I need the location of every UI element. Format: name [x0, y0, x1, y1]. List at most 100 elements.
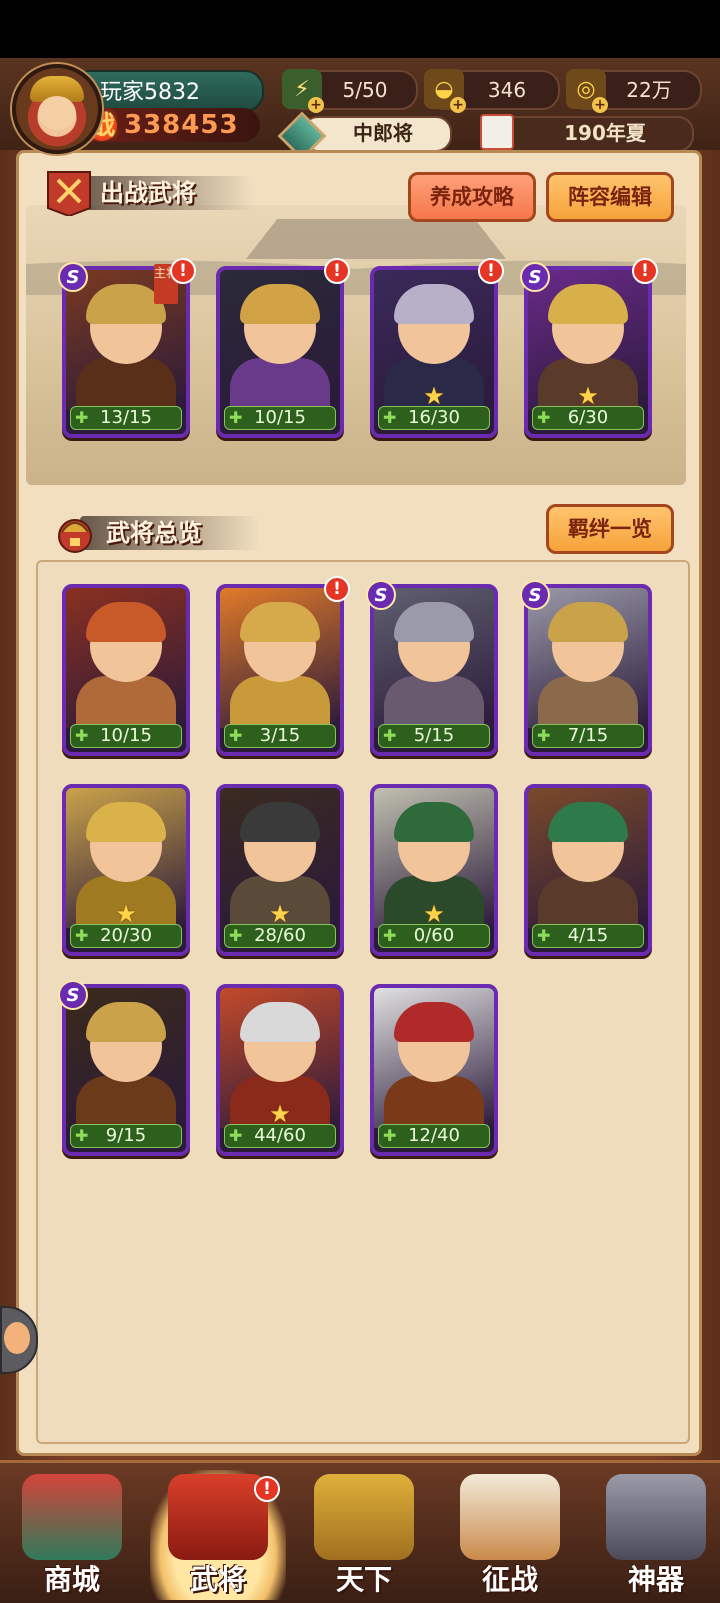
- coin-counter[interactable]: ◎ + 22万: [566, 69, 702, 113]
- portrait-hair: [394, 1002, 474, 1042]
- fragment-progress: ✚ 4/15: [532, 924, 644, 948]
- deployed-section-title: 出战武将: [44, 170, 274, 216]
- fragment-count: 20/30: [100, 925, 152, 946]
- fragment-progress: ✚ 5/15: [378, 724, 490, 748]
- nav-label: 神器: [627, 1563, 684, 1596]
- overview-general-card[interactable]: ✚ 4/15: [524, 784, 652, 956]
- portrait-hair: [240, 1002, 320, 1042]
- deployed-title: 出战武将: [100, 179, 196, 207]
- calendar-icon: [480, 114, 514, 150]
- nav-item-shop[interactable]: 商城: [4, 1470, 140, 1600]
- puzzle-piece-icon: ✚: [383, 1126, 397, 1145]
- s-rank-badge-icon: S: [58, 262, 88, 292]
- nav-item-campaign[interactable]: 征战: [442, 1470, 578, 1600]
- fragment-count: 9/15: [105, 1125, 147, 1146]
- nav-label: 天下: [335, 1563, 392, 1596]
- player-avatar[interactable]: [12, 64, 102, 154]
- overview-general-card[interactable]: ★ ✚ 44/60: [216, 984, 344, 1156]
- nav-label: 商城: [43, 1563, 100, 1596]
- portrait-hair: [548, 802, 628, 842]
- puzzle-piece-icon: ✚: [75, 926, 89, 945]
- nav-item-artifact[interactable]: 神器: [588, 1470, 720, 1600]
- overview-general-card[interactable]: ★ ✚ 0/60: [370, 784, 498, 956]
- portrait-hair: [86, 802, 166, 842]
- fragment-progress: ✚ 10/15: [224, 406, 336, 430]
- overview-general-card[interactable]: ✚ 3/15: [216, 584, 344, 756]
- puzzle-piece-icon: ✚: [537, 408, 551, 427]
- crossed-swords-banner-icon: [47, 171, 91, 216]
- rank-label: 中郎将: [353, 121, 413, 145]
- stamina-counter[interactable]: ⚡ + 5/50: [282, 69, 418, 113]
- overview-general-card[interactable]: ✚ 7/15: [524, 584, 652, 756]
- fragment-progress: ✚ 16/30: [378, 406, 490, 430]
- alert-badge-icon: !: [632, 258, 658, 284]
- puzzle-piece-icon: ✚: [537, 926, 551, 945]
- puzzle-piece-icon: ✚: [383, 726, 397, 745]
- growth-guide-button[interactable]: 养成攻略: [408, 172, 536, 222]
- fragment-count: 44/60: [254, 1125, 306, 1146]
- deployed-general-card[interactable]: ★ ✚ 16/30: [370, 266, 498, 438]
- s-rank-badge-icon: S: [520, 262, 550, 292]
- s-rank-badge-icon: S: [366, 580, 396, 610]
- general-portrait: [528, 588, 648, 732]
- combat-power: 338453: [124, 110, 239, 140]
- artifact-armor-icon: [606, 1474, 706, 1560]
- overview-title: 武将总览: [106, 519, 202, 547]
- fragment-progress: ✚ 13/15: [70, 406, 182, 430]
- overview-general-card[interactable]: ✚ 9/15: [62, 984, 190, 1156]
- alert-badge-icon: !: [170, 258, 196, 284]
- s-rank-badge-icon: S: [58, 980, 88, 1010]
- s-rank-badge-icon: S: [520, 580, 550, 610]
- general-portrait: [374, 588, 494, 732]
- formation-edit-button[interactable]: 阵容编辑: [546, 172, 674, 222]
- alert-badge-icon: !: [324, 576, 350, 602]
- puzzle-piece-icon: ✚: [75, 1126, 89, 1145]
- gold-ingot-icon: ◒ +: [424, 69, 466, 113]
- portrait-hair: [394, 802, 474, 842]
- shop-pavilion-icon: [22, 1474, 122, 1560]
- portrait-hair: [394, 602, 474, 642]
- stamina-value: 5/50: [342, 78, 388, 102]
- fragment-progress: ✚ 28/60: [224, 924, 336, 948]
- puzzle-piece-icon: ✚: [75, 726, 89, 745]
- portrait-hair: [86, 1002, 166, 1042]
- bond-list-button[interactable]: 羁绊一览: [546, 504, 674, 554]
- fragment-count: 12/40: [408, 1125, 460, 1146]
- deployed-general-card[interactable]: ★ ✚ 6/30: [524, 266, 652, 438]
- general-portrait: [220, 270, 340, 414]
- nav-item-world[interactable]: 天下: [296, 1470, 432, 1600]
- overview-general-card[interactable]: ★ ✚ 20/30: [62, 784, 190, 956]
- puzzle-piece-icon: ✚: [537, 726, 551, 745]
- portrait-hair: [548, 284, 628, 324]
- avatar-face: [38, 96, 76, 130]
- fragment-count: 7/15: [567, 725, 609, 746]
- player-name: 玩家5832: [100, 80, 200, 105]
- coin-icon: ◎ +: [566, 69, 608, 113]
- overview-general-card[interactable]: ✚ 10/15: [62, 584, 190, 756]
- date-label: 190年夏: [564, 121, 646, 145]
- game-date[interactable]: 190年夏: [480, 114, 694, 152]
- overview-general-card[interactable]: ★ ✚ 28/60: [216, 784, 344, 956]
- deployed-general-card[interactable]: ✚ 10/15: [216, 266, 344, 438]
- alert-badge-icon: !: [324, 258, 350, 284]
- portrait-hair: [240, 602, 320, 642]
- nav-label: 征战: [481, 1563, 538, 1596]
- general-portrait: [66, 588, 186, 732]
- general-portrait: [374, 988, 494, 1132]
- fragment-progress: ✚ 9/15: [70, 1124, 182, 1148]
- scene-palace: [246, 219, 506, 259]
- official-rank[interactable]: 中郎将: [277, 111, 452, 161]
- fragment-progress: ✚ 10/15: [70, 724, 182, 748]
- portrait-hair: [86, 602, 166, 642]
- gold-counter[interactable]: ◒ + 346: [424, 69, 560, 113]
- fragment-count: 28/60: [254, 925, 306, 946]
- overview-general-card[interactable]: ✚ 5/15: [370, 584, 498, 756]
- overview-general-card[interactable]: ✚ 12/40: [370, 984, 498, 1156]
- fragment-count: 10/15: [254, 407, 306, 428]
- alert-badge-icon: !: [478, 258, 504, 284]
- fragment-count: 16/30: [408, 407, 460, 428]
- general-portrait: [220, 588, 340, 732]
- nav-alert-badge-icon: !: [254, 1476, 280, 1502]
- overview-section-title: 武将总览: [50, 510, 290, 554]
- fragment-progress: ✚ 12/40: [378, 1124, 490, 1148]
